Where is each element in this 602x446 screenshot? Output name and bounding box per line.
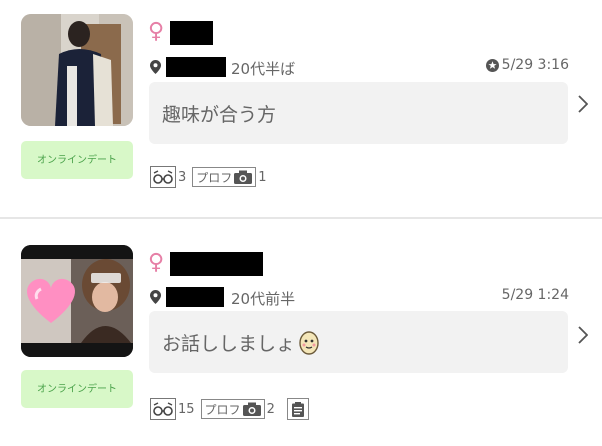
timestamp: 5/29 1:24 (502, 287, 569, 303)
gender-female-icon: ♀ (148, 250, 165, 275)
prof-label: プロフ (204, 402, 241, 417)
age-label: 20代半ば (231, 60, 296, 78)
glasses-icon (150, 398, 176, 420)
message-list-item[interactable]: オンラインデート ♀ 20代半ば 5/29 3:16 趣味が合う方 3 プロフ … (0, 0, 602, 215)
age-label: 20代前半 (231, 290, 296, 308)
message-text: お話ししましょ (162, 333, 296, 355)
chevron-right-icon[interactable] (578, 326, 588, 344)
glasses-icon (150, 166, 176, 188)
stats-row: 15 プロフ 2 (150, 398, 309, 420)
redacted-location (166, 57, 226, 77)
redacted-location (166, 287, 224, 307)
message-preview[interactable]: お話ししましょ (149, 311, 568, 373)
online-date-tag: オンラインデート (21, 141, 133, 179)
redacted-username (170, 21, 213, 45)
message-text: 趣味が合う方 (162, 104, 277, 126)
redacted-username (170, 252, 263, 276)
message-preview[interactable]: 趣味が合う方 (149, 82, 568, 144)
stats-row: 3 プロフ 1 (150, 166, 267, 188)
location-pin-icon (150, 60, 161, 74)
prof-label: プロフ (196, 170, 233, 185)
photo-count: 1 (258, 169, 267, 185)
message-list-item[interactable]: オンラインデート ♀ 20代前半 5/29 1:24 お話ししましょ 15 プロ… (0, 231, 602, 446)
profile-badge: プロフ (192, 167, 257, 187)
camera-icon (234, 170, 253, 184)
location-pin-icon (150, 290, 161, 304)
list-divider (0, 217, 602, 219)
online-date-tag: オンラインデート (21, 370, 133, 408)
time-text: 5/29 3:16 (501, 57, 569, 73)
footprint-count: 3 (178, 169, 187, 185)
gender-female-icon: ♀ (148, 19, 165, 44)
profile-photo[interactable] (21, 245, 133, 357)
memo-icon (286, 398, 309, 420)
photo-count: 2 (266, 401, 275, 417)
time-text: 5/29 1:24 (501, 287, 569, 303)
profile-badge: プロフ (200, 399, 265, 419)
emoji-face-icon (299, 330, 319, 355)
chevron-right-icon[interactable] (578, 95, 588, 113)
camera-icon (242, 402, 261, 416)
star-icon (485, 58, 499, 72)
timestamp: 5/29 3:16 (485, 57, 569, 73)
profile-photo[interactable] (21, 14, 133, 126)
footprint-count: 15 (178, 401, 195, 417)
